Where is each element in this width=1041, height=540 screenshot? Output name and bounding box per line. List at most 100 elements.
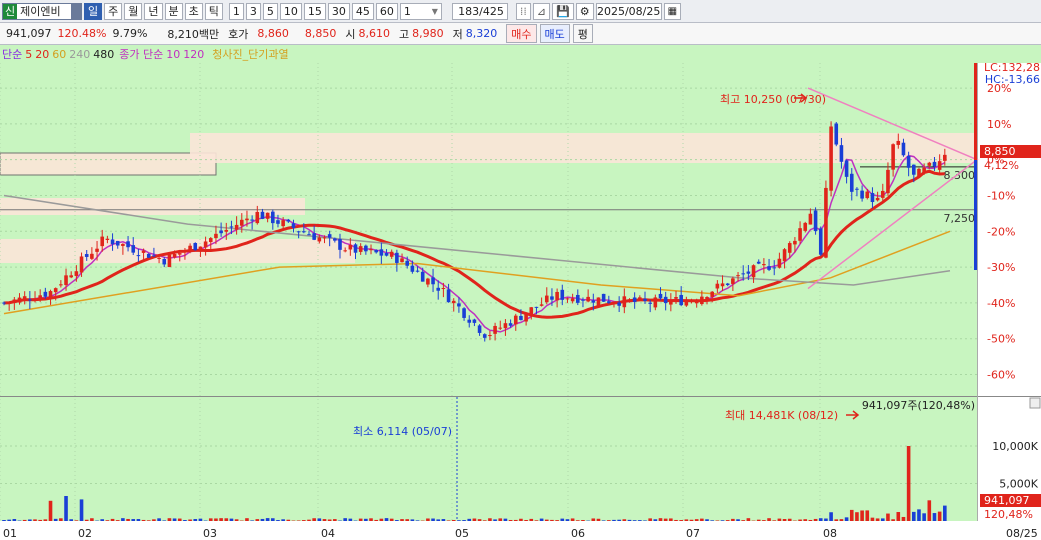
candle-body xyxy=(756,261,761,264)
volume-pane-toggle-icon[interactable] xyxy=(1029,397,1041,409)
volume-value: 941,097 xyxy=(6,27,52,40)
volume-bar xyxy=(544,519,549,521)
data-count-field[interactable]: 183/425 xyxy=(451,2,508,20)
candle-body xyxy=(229,226,234,228)
candle-body xyxy=(818,228,823,255)
volume-bar xyxy=(777,518,782,521)
period-day-button[interactable]: 일 xyxy=(84,2,103,20)
period-week-button[interactable]: 주 xyxy=(104,2,123,20)
period-second-button[interactable]: 초 xyxy=(184,2,203,20)
interval-select[interactable]: 1 ▼ xyxy=(399,2,442,20)
candle-body xyxy=(451,300,456,304)
buy-button[interactable]: 매수 xyxy=(506,24,537,43)
candle-body xyxy=(17,297,22,303)
sell-button[interactable]: 매도 xyxy=(539,24,570,43)
candle-body xyxy=(141,250,146,253)
candle-body xyxy=(115,240,120,246)
volume-bar xyxy=(115,520,120,521)
candle-body xyxy=(203,241,208,248)
ma-period-5: 5 xyxy=(25,47,33,61)
candle-body xyxy=(177,253,182,255)
average-button[interactable]: 평 xyxy=(572,24,593,43)
candle-body xyxy=(208,238,213,243)
chart-toolbar: 신 제이엔비 일 주 월 년 분 초 틱 1 3 5 10 15 30 45 6… xyxy=(0,0,1041,23)
interval-45-button[interactable]: 45 xyxy=(351,2,374,20)
volume-bar xyxy=(762,520,766,521)
candle-body xyxy=(565,298,570,300)
candle-body xyxy=(581,299,585,301)
open-label: 시 xyxy=(345,27,356,41)
bid-label: 호가 xyxy=(228,27,249,41)
volume-bar xyxy=(860,510,864,521)
interval-1-button[interactable]: 1 xyxy=(228,2,244,20)
candle-body xyxy=(705,297,709,300)
stock-code-box[interactable]: 신 제이엔비 xyxy=(2,2,82,20)
stock-search-icon[interactable] xyxy=(71,3,81,19)
candle-body xyxy=(808,213,813,225)
interval-5-button[interactable]: 5 xyxy=(262,2,278,20)
volume-bar xyxy=(927,500,932,521)
candle-body xyxy=(607,301,611,303)
volume-bar xyxy=(276,520,280,521)
grid-icon[interactable]: ⁞⁞ xyxy=(515,2,531,20)
interval-60-button[interactable]: 60 xyxy=(375,2,398,20)
period-year-button[interactable]: 년 xyxy=(144,2,163,20)
price-volume-chart[interactable]: 20%10%0%-10%-20%-30%-40%-50%-60%10,000K5… xyxy=(0,63,1041,540)
interval-3-button[interactable]: 3 xyxy=(245,2,261,20)
current-pct-label: 4,12% xyxy=(984,159,1019,172)
volume-bar xyxy=(462,520,466,521)
month-label: 07 xyxy=(686,527,700,540)
volume-bar xyxy=(643,520,647,521)
period-tick-button[interactable]: 틱 xyxy=(204,2,223,20)
candle-body xyxy=(917,168,921,178)
volume-bar xyxy=(663,518,668,521)
indicator-icon[interactable]: ⊿ xyxy=(532,2,551,20)
candle-body xyxy=(224,229,229,232)
candle-body xyxy=(824,187,828,258)
candle-body xyxy=(482,334,487,338)
candle-body xyxy=(772,267,777,269)
volume-bar xyxy=(322,519,327,521)
candle-body xyxy=(798,228,802,241)
volume-bar xyxy=(798,519,802,521)
volume-bar xyxy=(539,518,544,521)
candle-body xyxy=(586,296,590,302)
candle-body xyxy=(384,253,389,256)
volume-bar xyxy=(22,519,27,521)
volume-bar xyxy=(400,519,404,521)
interval-30-button[interactable]: 30 xyxy=(327,2,350,20)
candle-body xyxy=(472,319,477,323)
period-month-button[interactable]: 월 xyxy=(124,2,143,20)
candle-body xyxy=(632,297,637,302)
candle-body xyxy=(358,246,363,252)
candle-body xyxy=(777,258,782,268)
volume-bar xyxy=(849,509,854,521)
volume-bar xyxy=(467,518,472,521)
interval-15-button[interactable]: 15 xyxy=(303,2,326,20)
candle-body xyxy=(369,249,373,251)
gear-icon[interactable]: ⚙ xyxy=(575,2,594,20)
save-icon[interactable]: 💾 xyxy=(552,2,574,20)
date-field[interactable]: 2025/08/25 xyxy=(595,2,662,20)
candle-body xyxy=(348,244,353,250)
candle-body xyxy=(839,145,844,162)
calendar-icon[interactable]: ▦ xyxy=(663,2,682,20)
candle-body xyxy=(663,296,668,304)
candle-body xyxy=(731,278,735,284)
volume-bar xyxy=(364,518,368,521)
candle-body xyxy=(560,289,565,300)
candle-body xyxy=(477,325,482,333)
volume-bar xyxy=(43,519,48,521)
interval-10-button[interactable]: 10 xyxy=(279,2,302,20)
volume-bar xyxy=(886,513,890,521)
volume-bar xyxy=(756,519,761,521)
candle-body xyxy=(519,315,523,320)
volume-bar xyxy=(53,518,58,521)
volume-bar xyxy=(865,510,870,521)
period-minute-button[interactable]: 분 xyxy=(164,2,183,20)
candle-body xyxy=(508,323,513,326)
volume-bar xyxy=(493,519,497,521)
volume-bar xyxy=(379,518,384,521)
candle-body xyxy=(544,295,549,303)
candle-body xyxy=(353,244,358,253)
